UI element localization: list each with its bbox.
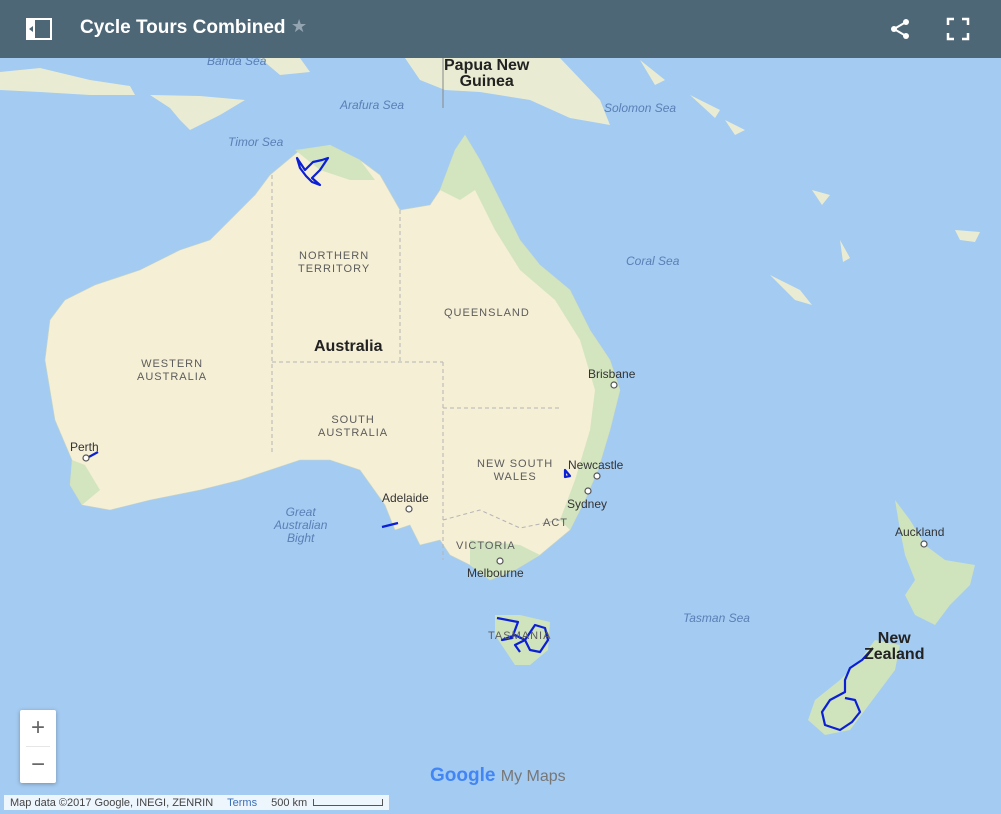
scale-line — [313, 798, 384, 806]
label-arafura-sea: Arafura Sea — [340, 98, 405, 112]
label-melbourne: Melbourne — [467, 566, 524, 580]
label-western-australia: WESTERN AUSTRALIA — [137, 358, 208, 383]
label-tasman-sea: Tasman Sea — [683, 611, 750, 625]
map-canvas[interactable] — [0, 0, 1001, 814]
label-auckland: Auckland — [895, 525, 945, 539]
terms-link[interactable]: Terms — [227, 797, 257, 809]
google-my-maps-logo: Google My Maps — [430, 765, 566, 787]
label-new-south-wales: NEW SOUTH WALES — [477, 458, 554, 483]
label-newcastle: Newcastle — [568, 458, 624, 472]
label-brisbane: Brisbane — [588, 367, 636, 381]
zoom-control: + − — [20, 710, 56, 783]
share-icon[interactable] — [887, 17, 913, 41]
map-data-attribution: Map data ©2017 Google, INEGI, ZENRIN — [10, 796, 214, 809]
label-sydney: Sydney — [567, 497, 608, 511]
label-solomon-sea: Solomon Sea — [604, 101, 677, 115]
label-australia: Australia — [314, 338, 383, 355]
label-new-zealand: New Zealand — [864, 630, 925, 663]
label-victoria: VICTORIA — [456, 540, 516, 552]
label-perth: Perth — [70, 440, 99, 454]
zoom-out-button[interactable]: − — [20, 747, 56, 783]
label-northern-territory: NORTHERN TERRITORY — [298, 250, 371, 275]
fullscreen-icon[interactable] — [944, 16, 972, 42]
header-bar: Cycle Tours Combined ★ — [0, 0, 1001, 58]
legend-toggle-icon[interactable] — [24, 16, 54, 42]
label-timor-sea: Timor Sea — [228, 135, 284, 149]
my-maps-logo-text: My Maps — [500, 768, 566, 785]
label-south-australia: SOUTH AUSTRALIA — [318, 414, 389, 439]
google-logo-text: Google — [430, 765, 496, 786]
label-tasmania: TASMANIA — [488, 630, 552, 642]
scale-bar: 500 km — [271, 796, 384, 809]
attribution-bar: Map data ©2017 Google, INEGI, ZENRIN Ter… — [4, 795, 390, 810]
zoom-in-button[interactable]: + — [20, 710, 56, 746]
label-coral-sea: Coral Sea — [626, 254, 680, 268]
label-papua-new-guinea: Papua New Guinea — [444, 57, 530, 90]
label-great-australian-bight: Great Australian Bight — [274, 505, 328, 545]
label-act: ACT — [543, 517, 568, 529]
scale-label: 500 km — [271, 796, 308, 809]
label-queensland: QUEENSLAND — [444, 307, 530, 319]
star-icon[interactable]: ★ — [291, 16, 307, 37]
label-adelaide: Adelaide — [382, 491, 429, 505]
map-title: Cycle Tours Combined — [80, 17, 286, 38]
